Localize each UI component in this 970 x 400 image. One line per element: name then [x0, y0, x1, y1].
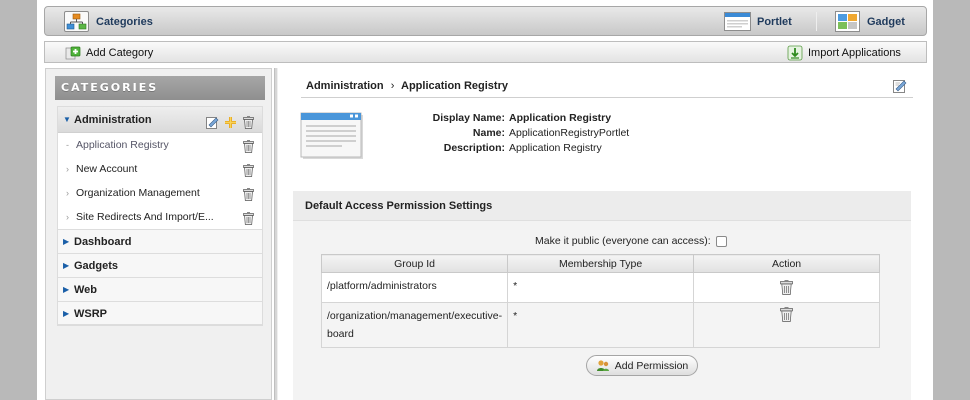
- portlet-icon: [724, 12, 751, 31]
- application-thumbnail: [300, 111, 364, 160]
- column-header: Group Id: [320, 254, 509, 273]
- group-id-cell: /organization/management/executive-board: [320, 302, 509, 348]
- import-applications-button[interactable]: Import Applications: [787, 44, 901, 61]
- portlet-tab[interactable]: Portlet: [724, 9, 792, 34]
- application-label: Application Registry: [76, 139, 169, 151]
- top-toolbar: Categories Portlet Gadget: [44, 6, 927, 36]
- make-public-label: Make it public (everyone can access):: [535, 235, 711, 247]
- breadcrumb-parent: Administration: [306, 80, 384, 92]
- bullet-icon: -: [66, 140, 69, 150]
- breadcrumb-divider: [301, 97, 913, 98]
- display-name-value: Application Registry: [509, 112, 612, 124]
- add-permission-button[interactable]: Add Permission: [586, 355, 698, 376]
- application-info: Display Name: Application Registry Name:…: [374, 112, 694, 157]
- table-row: /organization/management/executive-board…: [320, 302, 880, 348]
- category-dashboard[interactable]: ▶ Dashboard: [58, 229, 262, 253]
- name-value: ApplicationRegistryPortlet: [509, 127, 630, 139]
- make-public-row: Make it public (everyone can access):: [535, 235, 727, 247]
- expand-right-icon: ▶: [63, 285, 70, 294]
- gadget-tab[interactable]: Gadget: [835, 9, 905, 34]
- table-header-row: Group Id Membership Type Action: [320, 254, 880, 273]
- category-label: Administration: [74, 114, 152, 126]
- make-public-checkbox[interactable]: [715, 235, 727, 247]
- categories-icon: [64, 11, 89, 32]
- import-icon: [787, 45, 803, 61]
- bullet-icon: ›: [66, 212, 69, 222]
- import-applications-label: Import Applications: [808, 46, 901, 59]
- action-cell: [693, 272, 880, 303]
- application-label: Site Redirects And Import/E...: [76, 211, 214, 223]
- application-item[interactable]: › New Account: [58, 157, 262, 181]
- category-wsrp[interactable]: ▶ WSRP: [58, 301, 262, 325]
- breadcrumb-current: Application Registry: [401, 80, 508, 92]
- bullet-icon: ›: [66, 164, 69, 174]
- trash-icon[interactable]: [243, 210, 254, 225]
- action-toolbar: Add Category Import Applications: [44, 41, 927, 63]
- bullet-icon: ›: [66, 188, 69, 198]
- gadget-icon: [835, 11, 860, 32]
- category-web[interactable]: ▶ Web: [58, 277, 262, 301]
- category-administration[interactable]: ▼ Administration: [58, 107, 262, 133]
- expand-right-icon: ▶: [63, 237, 70, 246]
- name-label: Name:: [472, 127, 505, 139]
- add-permission-label: Add Permission: [614, 359, 689, 372]
- description-value: Application Registry: [509, 142, 602, 154]
- display-name-label: Display Name:: [432, 112, 505, 124]
- table-row: /platform/administrators *: [320, 272, 880, 303]
- breadcrumb: Administration › Application Registry: [306, 80, 508, 92]
- membership-cell: *: [507, 302, 695, 348]
- membership-cell: *: [507, 272, 695, 303]
- categories-label: Categories: [96, 15, 153, 28]
- expand-right-icon: ▶: [63, 309, 70, 318]
- action-cell: [693, 302, 880, 348]
- trash-icon[interactable]: [243, 186, 254, 201]
- expand-down-icon: ▼: [63, 115, 71, 124]
- edit-icon[interactable]: [206, 113, 219, 129]
- portlet-label: Portlet: [757, 15, 792, 28]
- categories-header: CATEGORIES: [55, 76, 265, 100]
- trash-icon[interactable]: [243, 113, 254, 129]
- permission-table: Group Id Membership Type Action /platfor…: [320, 254, 880, 348]
- application-label: Organization Management: [76, 187, 200, 199]
- breadcrumb-separator: ›: [390, 80, 395, 92]
- category-label: Gadgets: [74, 260, 119, 272]
- add-icon[interactable]: [224, 113, 237, 128]
- application-label: New Account: [76, 163, 138, 175]
- category-label: Web: [74, 284, 98, 296]
- application-item[interactable]: › Organization Management: [58, 181, 262, 205]
- panel-resizer[interactable]: [274, 68, 278, 400]
- category-tree: ▼ Administration - Application Registry …: [57, 106, 263, 326]
- add-permission-icon: [596, 359, 610, 373]
- add-category-button[interactable]: Add Category: [65, 44, 153, 61]
- description-label: Description:: [443, 142, 505, 154]
- portal-frame: Categories Portlet Gadget Add Category I…: [37, 0, 933, 400]
- category-gadgets[interactable]: ▶ Gadgets: [58, 253, 262, 277]
- categories-panel: CATEGORIES ▼ Administration - Applicatio…: [45, 68, 272, 400]
- category-label: Dashboard: [74, 236, 132, 248]
- gadget-label: Gadget: [867, 15, 905, 28]
- edit-icon[interactable]: [893, 79, 907, 93]
- column-header: Membership Type: [507, 254, 695, 273]
- column-header: Action: [693, 254, 880, 273]
- trash-icon[interactable]: [780, 280, 793, 295]
- add-category-icon: [65, 45, 81, 61]
- application-item[interactable]: - Application Registry: [58, 133, 262, 157]
- group-id-cell: /platform/administrators: [320, 272, 509, 303]
- application-detail-panel: Administration › Application Registry Di…: [279, 68, 933, 400]
- trash-icon[interactable]: [243, 162, 254, 177]
- permission-section-title: Default Access Permission Settings: [293, 191, 911, 221]
- category-label: WSRP: [74, 308, 107, 320]
- toolbar-separator: [816, 12, 817, 31]
- categories-tab[interactable]: Categories: [64, 9, 153, 34]
- trash-icon[interactable]: [243, 138, 254, 153]
- trash-icon[interactable]: [780, 307, 793, 322]
- add-category-label: Add Category: [86, 46, 154, 59]
- expand-right-icon: ▶: [63, 261, 70, 270]
- application-item[interactable]: › Site Redirects And Import/E...: [58, 205, 262, 229]
